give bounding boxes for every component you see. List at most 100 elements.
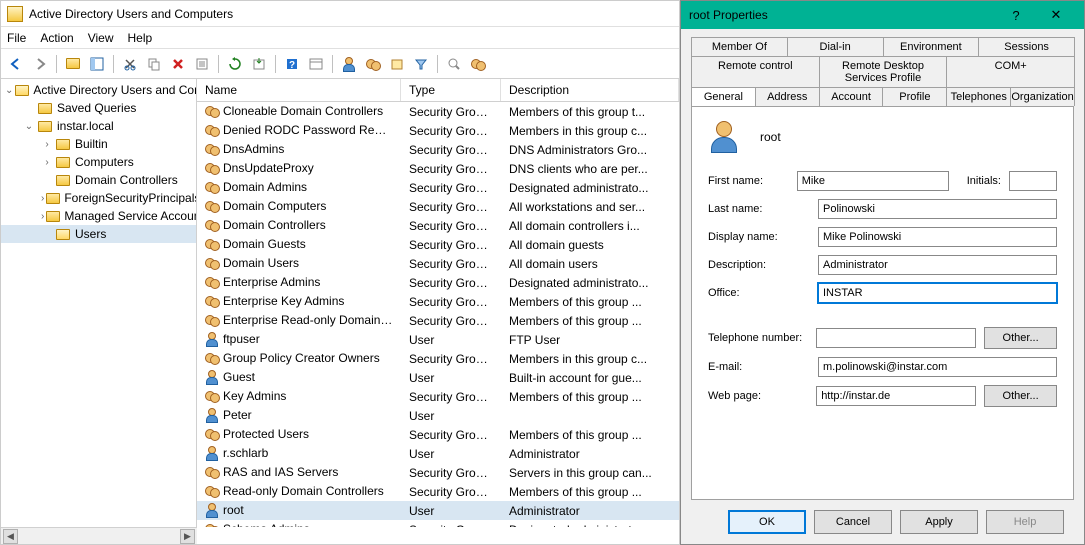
tree-item[interactable]: ›Computers: [1, 153, 196, 171]
tab-dial-in[interactable]: Dial-in: [787, 37, 884, 56]
find-objects-button[interactable]: [443, 53, 465, 75]
scroll-left-icon[interactable]: ◀: [3, 529, 18, 544]
tree-root[interactable]: ⌄ Active Directory Users and Com: [1, 81, 196, 99]
list-row[interactable]: Enterprise Read-only Domain Co...Securit…: [197, 311, 679, 330]
list-row[interactable]: Schema AdminsSecurity Group...Designated…: [197, 520, 679, 527]
tab-account[interactable]: Account: [819, 87, 884, 106]
help-button[interactable]: Help: [986, 510, 1064, 534]
list-row[interactable]: GuestUserBuilt-in account for gue...: [197, 368, 679, 387]
new-group-button[interactable]: [362, 53, 384, 75]
nav-back-button[interactable]: [5, 53, 27, 75]
list-row[interactable]: DnsUpdateProxySecurity Group...DNS clien…: [197, 159, 679, 178]
ok-button[interactable]: OK: [728, 510, 806, 534]
tab-organization[interactable]: Organization: [1010, 87, 1075, 106]
col-desc-header[interactable]: Description: [501, 79, 679, 101]
list-row[interactable]: Domain ControllersSecurity Group...All d…: [197, 216, 679, 235]
tree-panel[interactable]: ⌄ Active Directory Users and Com Saved Q…: [1, 79, 197, 527]
tab-profile[interactable]: Profile: [882, 87, 947, 106]
refresh-button[interactable]: [224, 53, 246, 75]
help-button[interactable]: ?: [281, 53, 303, 75]
telephone-input[interactable]: [816, 328, 976, 348]
office-input[interactable]: [818, 283, 1057, 303]
display-name-input[interactable]: [818, 227, 1057, 247]
tree-hscrollbar[interactable]: ◀ ▶: [1, 527, 197, 544]
list-row[interactable]: r.schlarbUserAdministrator: [197, 444, 679, 463]
row-type: User: [401, 447, 501, 461]
tab-member-of[interactable]: Member Of: [691, 37, 788, 56]
add-to-group-button[interactable]: [467, 53, 489, 75]
list-row[interactable]: RAS and IAS ServersSecurity Group...Serv…: [197, 463, 679, 482]
new-user-button[interactable]: [338, 53, 360, 75]
tree-item[interactable]: Saved Queries: [1, 99, 196, 117]
tree-item[interactable]: ›ForeignSecurityPrincipals: [1, 189, 196, 207]
list-panel[interactable]: Name Type Description Cloneable Domain C…: [197, 79, 679, 527]
new-ou-button[interactable]: [386, 53, 408, 75]
up-button[interactable]: [62, 53, 84, 75]
delete-button[interactable]: [167, 53, 189, 75]
find-button[interactable]: [305, 53, 327, 75]
list-row[interactable]: Enterprise Key AdminsSecurity Group...Me…: [197, 292, 679, 311]
scroll-right-icon[interactable]: ▶: [180, 529, 195, 544]
show-hide-tree-button[interactable]: [86, 53, 108, 75]
cancel-button[interactable]: Cancel: [814, 510, 892, 534]
copy-button[interactable]: [143, 53, 165, 75]
list-row[interactable]: Group Policy Creator OwnersSecurity Grou…: [197, 349, 679, 368]
row-name: Domain Controllers: [223, 218, 326, 232]
dialog-titlebar: root Properties ? ✕: [681, 1, 1084, 29]
nav-forward-button[interactable]: [29, 53, 51, 75]
first-name-input[interactable]: [797, 171, 949, 191]
menu-help[interactable]: Help: [128, 31, 153, 45]
list-row[interactable]: Domain UsersSecurity Group...All domain …: [197, 254, 679, 273]
tab-sessions[interactable]: Sessions: [978, 37, 1075, 56]
list-row[interactable]: PeterUser: [197, 406, 679, 425]
export-button[interactable]: [248, 53, 270, 75]
filter-button[interactable]: [410, 53, 432, 75]
tab-environment[interactable]: Environment: [883, 37, 980, 56]
tab-remote-control[interactable]: Remote control: [691, 56, 820, 87]
dialog-help-button[interactable]: ?: [996, 1, 1036, 29]
row-name: Enterprise Read-only Domain Co...: [223, 313, 401, 327]
row-desc: All domain controllers i...: [501, 219, 679, 233]
tree-item[interactable]: ›Builtin: [1, 135, 196, 153]
list-row[interactable]: DnsAdminsSecurity Group...DNS Administra…: [197, 140, 679, 159]
description-input[interactable]: [818, 255, 1057, 275]
list-row[interactable]: Cloneable Domain ControllersSecurity Gro…: [197, 102, 679, 121]
tab-content-general: root First name: Initials: Last name: Di…: [691, 106, 1074, 500]
tab-telephones[interactable]: Telephones: [946, 87, 1011, 106]
cut-button[interactable]: [119, 53, 141, 75]
telephone-other-button[interactable]: Other...: [984, 327, 1057, 349]
row-type: User: [401, 409, 501, 423]
list-row[interactable]: Domain ComputersSecurity Group...All wor…: [197, 197, 679, 216]
dialog-close-button[interactable]: ✕: [1036, 1, 1076, 29]
list-row[interactable]: rootUserAdministrator: [197, 501, 679, 520]
menu-view[interactable]: View: [88, 31, 114, 45]
properties-button[interactable]: [191, 53, 213, 75]
list-row[interactable]: Domain GuestsSecurity Group...All domain…: [197, 235, 679, 254]
tab-remote-desktop-services-profile[interactable]: Remote Desktop Services Profile: [819, 56, 948, 87]
col-type-header[interactable]: Type: [401, 79, 501, 101]
tab-address[interactable]: Address: [755, 87, 820, 106]
webpage-input[interactable]: [816, 386, 976, 406]
col-name-header[interactable]: Name: [197, 79, 401, 101]
list-row[interactable]: Read-only Domain ControllersSecurity Gro…: [197, 482, 679, 501]
menu-file[interactable]: File: [7, 31, 26, 45]
tree-item[interactable]: ›Managed Service Accoun: [1, 207, 196, 225]
tree-item[interactable]: ⌄instar.local: [1, 117, 196, 135]
user-avatar-icon: [708, 121, 740, 153]
last-name-input[interactable]: [818, 199, 1057, 219]
list-row[interactable]: Denied RODC Password Replicati...Securit…: [197, 121, 679, 140]
tab-general[interactable]: General: [691, 87, 756, 106]
initials-input[interactable]: [1009, 171, 1057, 191]
tab-com-[interactable]: COM+: [946, 56, 1075, 87]
apply-button[interactable]: Apply: [900, 510, 978, 534]
list-row[interactable]: Key AdminsSecurity Group...Members of th…: [197, 387, 679, 406]
email-input[interactable]: [818, 357, 1057, 377]
tree-item[interactable]: Users: [1, 225, 196, 243]
list-row[interactable]: Domain AdminsSecurity Group...Designated…: [197, 178, 679, 197]
list-row[interactable]: ftpuserUserFTP User: [197, 330, 679, 349]
menu-action[interactable]: Action: [40, 31, 73, 45]
list-row[interactable]: Protected UsersSecurity Group...Members …: [197, 425, 679, 444]
tree-item[interactable]: Domain Controllers: [1, 171, 196, 189]
webpage-other-button[interactable]: Other...: [984, 385, 1057, 407]
list-row[interactable]: Enterprise AdminsSecurity Group...Design…: [197, 273, 679, 292]
